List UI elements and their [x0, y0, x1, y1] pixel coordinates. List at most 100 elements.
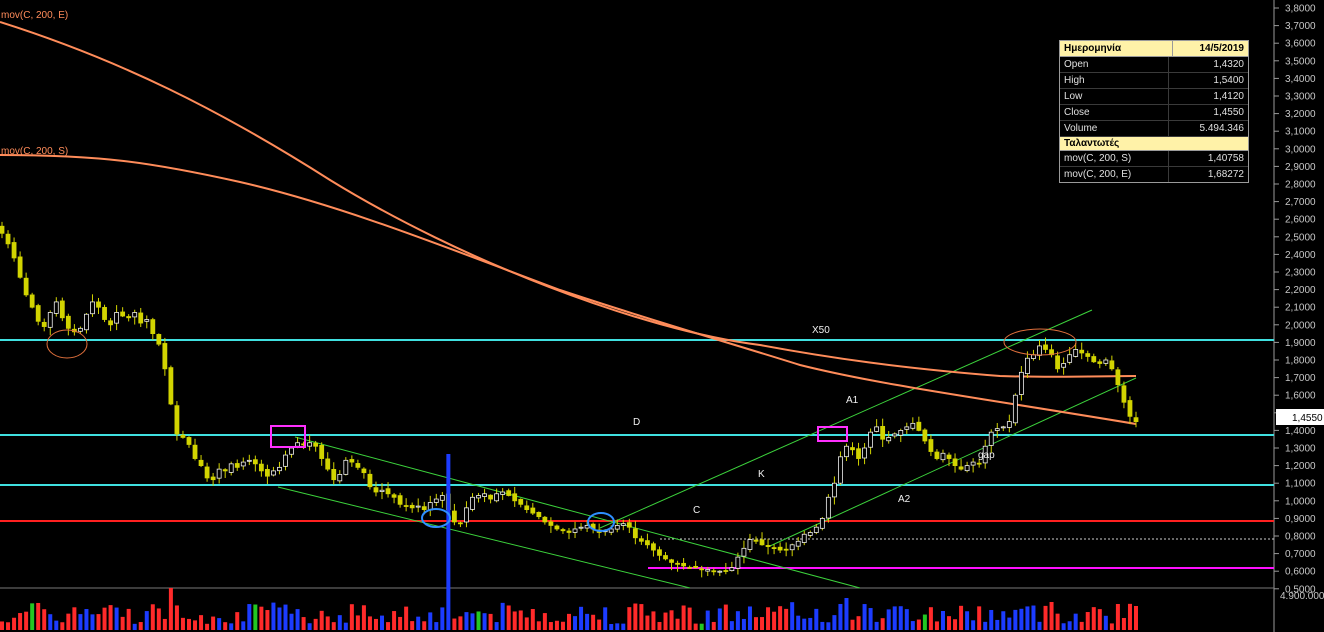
candle-body[interactable]	[271, 470, 276, 476]
volume-bar[interactable]	[452, 618, 457, 630]
candle-body[interactable]	[367, 473, 373, 488]
candle-body[interactable]	[138, 312, 144, 324]
candle-body[interactable]	[319, 444, 325, 459]
volume-bar[interactable]	[428, 612, 433, 630]
volume-bar[interactable]	[802, 618, 807, 630]
candle-body[interactable]	[470, 496, 475, 510]
candle-body[interactable]	[856, 448, 861, 459]
candle-body[interactable]	[789, 544, 795, 551]
volume-bar[interactable]	[1025, 606, 1030, 630]
volume-bar[interactable]	[995, 619, 1000, 630]
candle-body[interactable]	[578, 526, 584, 529]
volume-bar[interactable]	[422, 621, 427, 630]
candle-body[interactable]	[741, 547, 747, 557]
candle-body[interactable]	[409, 504, 415, 509]
volume-bar[interactable]	[651, 611, 656, 630]
candle-body[interactable]	[850, 447, 855, 451]
volume-bar[interactable]	[585, 613, 590, 630]
volume-bar[interactable]	[114, 607, 119, 630]
volume-bar[interactable]	[675, 618, 680, 630]
candle-body[interactable]	[108, 320, 113, 326]
volume-bar[interactable]	[597, 619, 602, 630]
candle-body[interactable]	[198, 459, 204, 466]
volume-bar[interactable]	[180, 617, 185, 630]
volume-bar[interactable]	[681, 605, 686, 630]
candle-body[interactable]	[512, 493, 518, 502]
volume-bar[interactable]	[916, 619, 921, 630]
volume-bar[interactable]	[554, 620, 559, 630]
candle-body[interactable]	[976, 462, 982, 465]
candle-body[interactable]	[451, 510, 457, 523]
volume-bar[interactable]	[482, 613, 487, 630]
candle-body[interactable]	[542, 516, 548, 523]
volume-bar[interactable]	[30, 603, 35, 630]
candle-body[interactable]	[518, 498, 524, 505]
candle-body[interactable]	[922, 429, 928, 442]
volume-bar[interactable]	[832, 615, 837, 630]
volume-bar[interactable]	[1043, 605, 1048, 630]
volume-bar[interactable]	[156, 608, 161, 630]
volume-bar[interactable]	[120, 616, 125, 630]
candle-body[interactable]	[729, 567, 735, 572]
volume-bar[interactable]	[476, 611, 481, 630]
volume-bar[interactable]	[506, 605, 511, 630]
candle-body[interactable]	[711, 570, 717, 573]
candle-body[interactable]	[1055, 355, 1060, 370]
volume-bar[interactable]	[398, 616, 403, 630]
volume-bar[interactable]	[307, 623, 312, 630]
volume-bar[interactable]	[868, 608, 873, 630]
candle-body[interactable]	[898, 429, 904, 436]
volume-bar[interactable]	[850, 619, 855, 630]
volume-bar[interactable]	[663, 612, 668, 630]
volume-bar[interactable]	[500, 602, 505, 630]
volume-bar[interactable]	[54, 620, 59, 630]
candle-body[interactable]	[132, 312, 138, 318]
volume-bar[interactable]	[808, 617, 813, 630]
volume-bar[interactable]	[1067, 621, 1072, 630]
volume-bar[interactable]	[669, 610, 674, 630]
volume-bar[interactable]	[645, 615, 650, 630]
volume-bar[interactable]	[512, 611, 517, 630]
volume-bar[interactable]	[814, 608, 819, 630]
candle-body[interactable]	[880, 425, 886, 440]
volume-bar[interactable]	[205, 623, 210, 630]
candle-body[interactable]	[246, 459, 252, 462]
volume-bar[interactable]	[820, 621, 825, 630]
candle-body[interactable]	[687, 566, 693, 569]
candle-body[interactable]	[1133, 417, 1139, 423]
candle-body[interactable]	[819, 518, 825, 529]
volume-bar[interactable]	[66, 613, 71, 630]
volume-bar[interactable]	[1097, 609, 1102, 630]
volume-bar[interactable]	[579, 606, 584, 630]
candle-body[interactable]	[11, 242, 17, 259]
candle-body[interactable]	[699, 568, 705, 571]
volume-bar[interactable]	[241, 621, 246, 630]
candle-body[interactable]	[807, 532, 813, 536]
volume-bar[interactable]	[464, 612, 469, 630]
candle-body[interactable]	[904, 426, 910, 430]
volume-bar[interactable]	[971, 620, 976, 630]
candle-body[interactable]	[102, 307, 107, 320]
volume-bar[interactable]	[90, 614, 95, 630]
volume-bar[interactable]	[235, 612, 240, 630]
volume-bar[interactable]	[693, 623, 698, 630]
candle-body[interactable]	[506, 490, 512, 496]
candle-body[interactable]	[126, 316, 132, 319]
candle-body[interactable]	[1097, 361, 1103, 364]
volume-bar[interactable]	[1031, 605, 1036, 630]
candle-body[interactable]	[832, 482, 837, 498]
volume-bar[interactable]	[0, 621, 4, 630]
candle-body[interactable]	[421, 506, 427, 511]
candle-body[interactable]	[651, 543, 656, 551]
volume-bar[interactable]	[199, 615, 204, 630]
volume-bar[interactable]	[36, 602, 41, 630]
volume-bar[interactable]	[826, 622, 831, 630]
candle-body[interactable]	[325, 458, 331, 470]
candle-body[interactable]	[343, 459, 349, 475]
volume-bar[interactable]	[1055, 613, 1060, 630]
volume-bar[interactable]	[138, 622, 143, 630]
candle-body[interactable]	[1103, 359, 1109, 364]
candle-body[interactable]	[96, 301, 101, 308]
volume-bar[interactable]	[380, 615, 385, 630]
volume-bar[interactable]	[48, 614, 53, 630]
